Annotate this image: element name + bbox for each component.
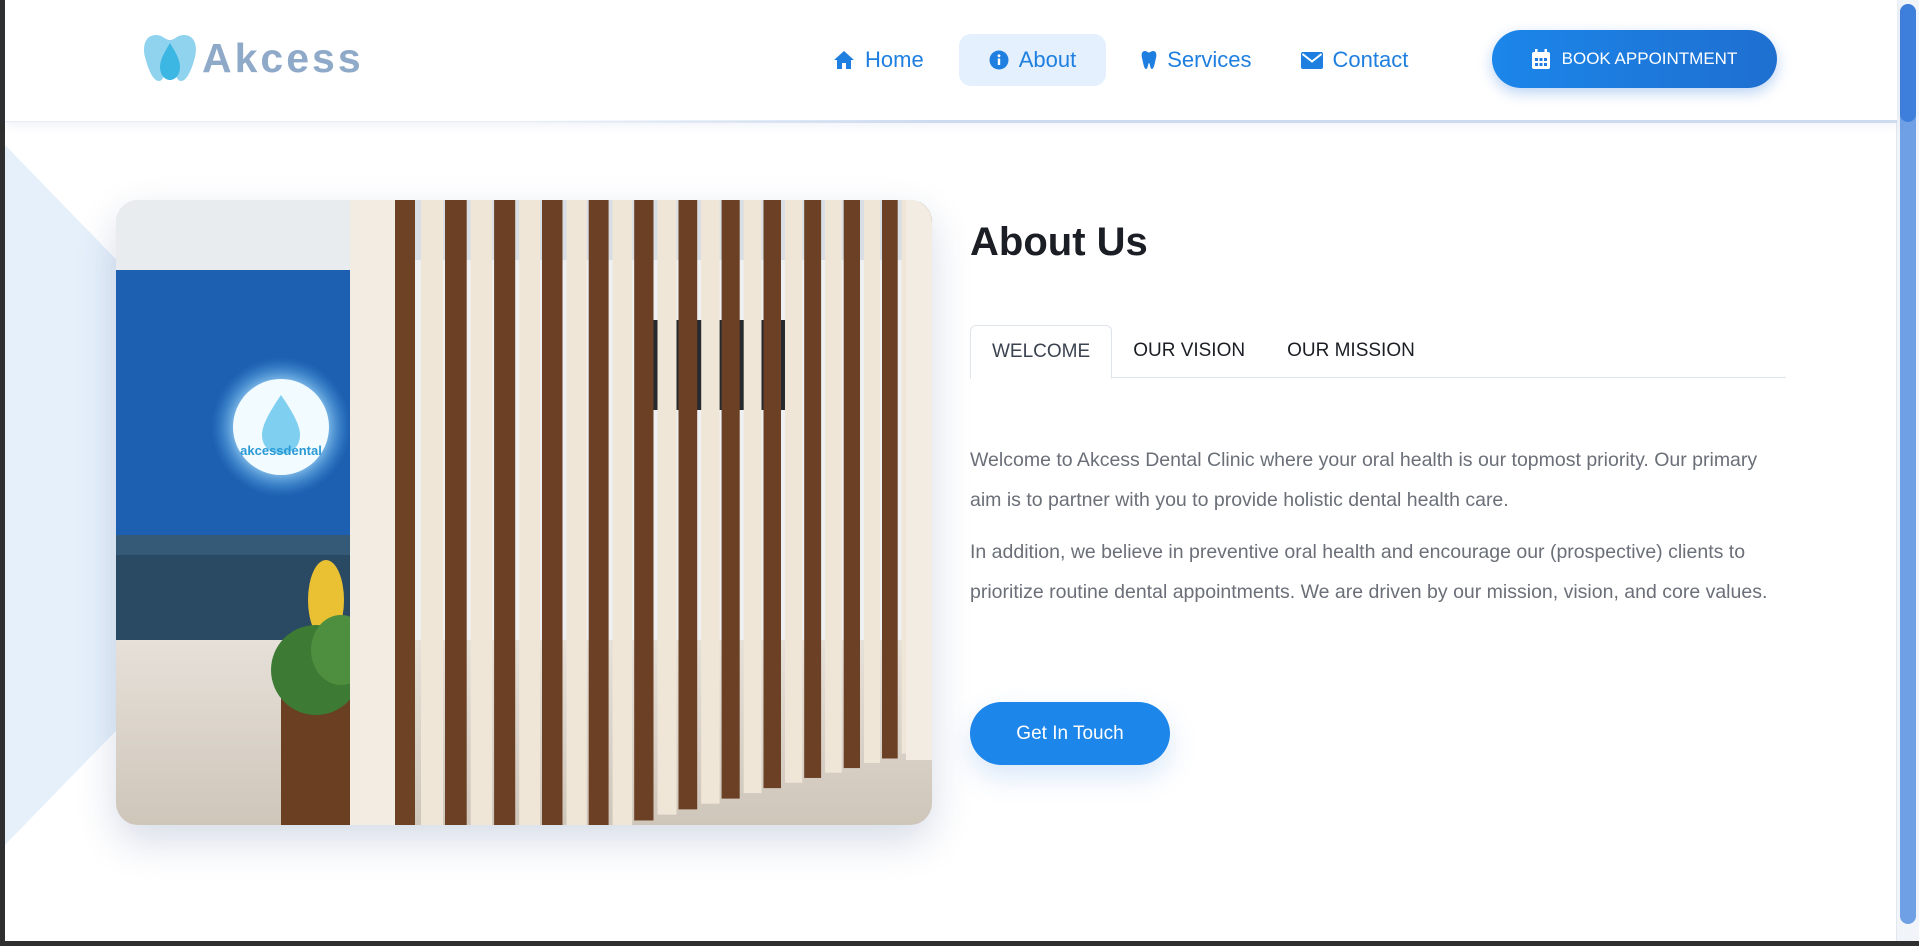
nav-services[interactable]: Services [1127, 34, 1265, 86]
partition-slat [421, 200, 443, 825]
header-accent-line [520, 120, 1897, 123]
partition-slat [701, 200, 720, 804]
partition-slat [634, 200, 654, 821]
partition-slat [678, 200, 698, 810]
brand-name: Akcess [202, 34, 364, 81]
partition-slat [588, 200, 609, 825]
partition-slat [763, 200, 781, 789]
nav-home-label: Home [865, 47, 924, 72]
scrollbar-thumb[interactable] [1900, 4, 1916, 924]
partition-slat [785, 200, 803, 783]
nav-home[interactable]: Home [819, 34, 938, 86]
scrollbar[interactable] [1896, 0, 1919, 941]
partition-slat [470, 200, 493, 825]
home-icon [833, 50, 855, 70]
partition-slat [804, 200, 822, 778]
site-header: Akcess Home About Services Contact BOOK … [5, 0, 1897, 122]
tooth-icon [1141, 50, 1157, 70]
partition-slat [445, 200, 467, 825]
welcome-paragraph-1: Welcome to Akcess Dental Clinic where yo… [970, 449, 1758, 511]
partition-slat [612, 200, 633, 825]
partition-slat [519, 200, 540, 825]
nav-about[interactable]: About [958, 34, 1107, 86]
get-in-touch-button[interactable]: Get In Touch [970, 702, 1170, 765]
partition-slat [743, 200, 762, 794]
nav-about-label: About [1018, 47, 1077, 72]
partition-slat [721, 200, 740, 799]
nav-services-label: Services [1167, 47, 1252, 72]
partition-slat [494, 200, 516, 825]
partition-slat [864, 200, 880, 763]
window-frame-bottom [0, 941, 1919, 946]
tab-our-mission[interactable]: OUR MISSION [1266, 325, 1436, 377]
partition-slat [657, 200, 677, 815]
partition-slat [906, 200, 932, 760]
page-title: About Us [970, 220, 1148, 264]
clinic-interior-photo: akcessdental [116, 200, 932, 825]
partition-slat [882, 200, 898, 759]
tooth-drop-logo-icon [144, 35, 196, 81]
book-appointment-button[interactable]: BOOK APPOINTMENT [1492, 30, 1777, 88]
about-tabs: WELCOME OUR VISION OUR MISSION [970, 325, 1786, 379]
partition-slat [350, 200, 395, 825]
calendar-icon [1531, 49, 1550, 69]
tab-welcome[interactable]: WELCOME [970, 325, 1113, 379]
nav-contact-label: Contact [1332, 47, 1409, 72]
welcome-paragraph-2: In addition, we believe in preventive or… [970, 541, 1768, 603]
envelope-icon [1300, 51, 1323, 69]
clinic-sign-text: akcessdental [240, 443, 322, 458]
main-nav: Home About Services Contact [819, 34, 1443, 86]
tab-our-vision[interactable]: OUR VISION [1112, 325, 1266, 377]
book-appointment-label: BOOK APPOINTMENT [1561, 49, 1738, 68]
partition-slat [542, 200, 563, 825]
info-icon [989, 50, 1009, 70]
partition-slat [395, 200, 415, 825]
partition-slat [843, 200, 860, 769]
partition-slat [566, 200, 587, 825]
logo[interactable]: Akcess [142, 33, 364, 83]
partition-slat [825, 200, 842, 773]
nav-contact[interactable]: Contact [1287, 34, 1423, 86]
